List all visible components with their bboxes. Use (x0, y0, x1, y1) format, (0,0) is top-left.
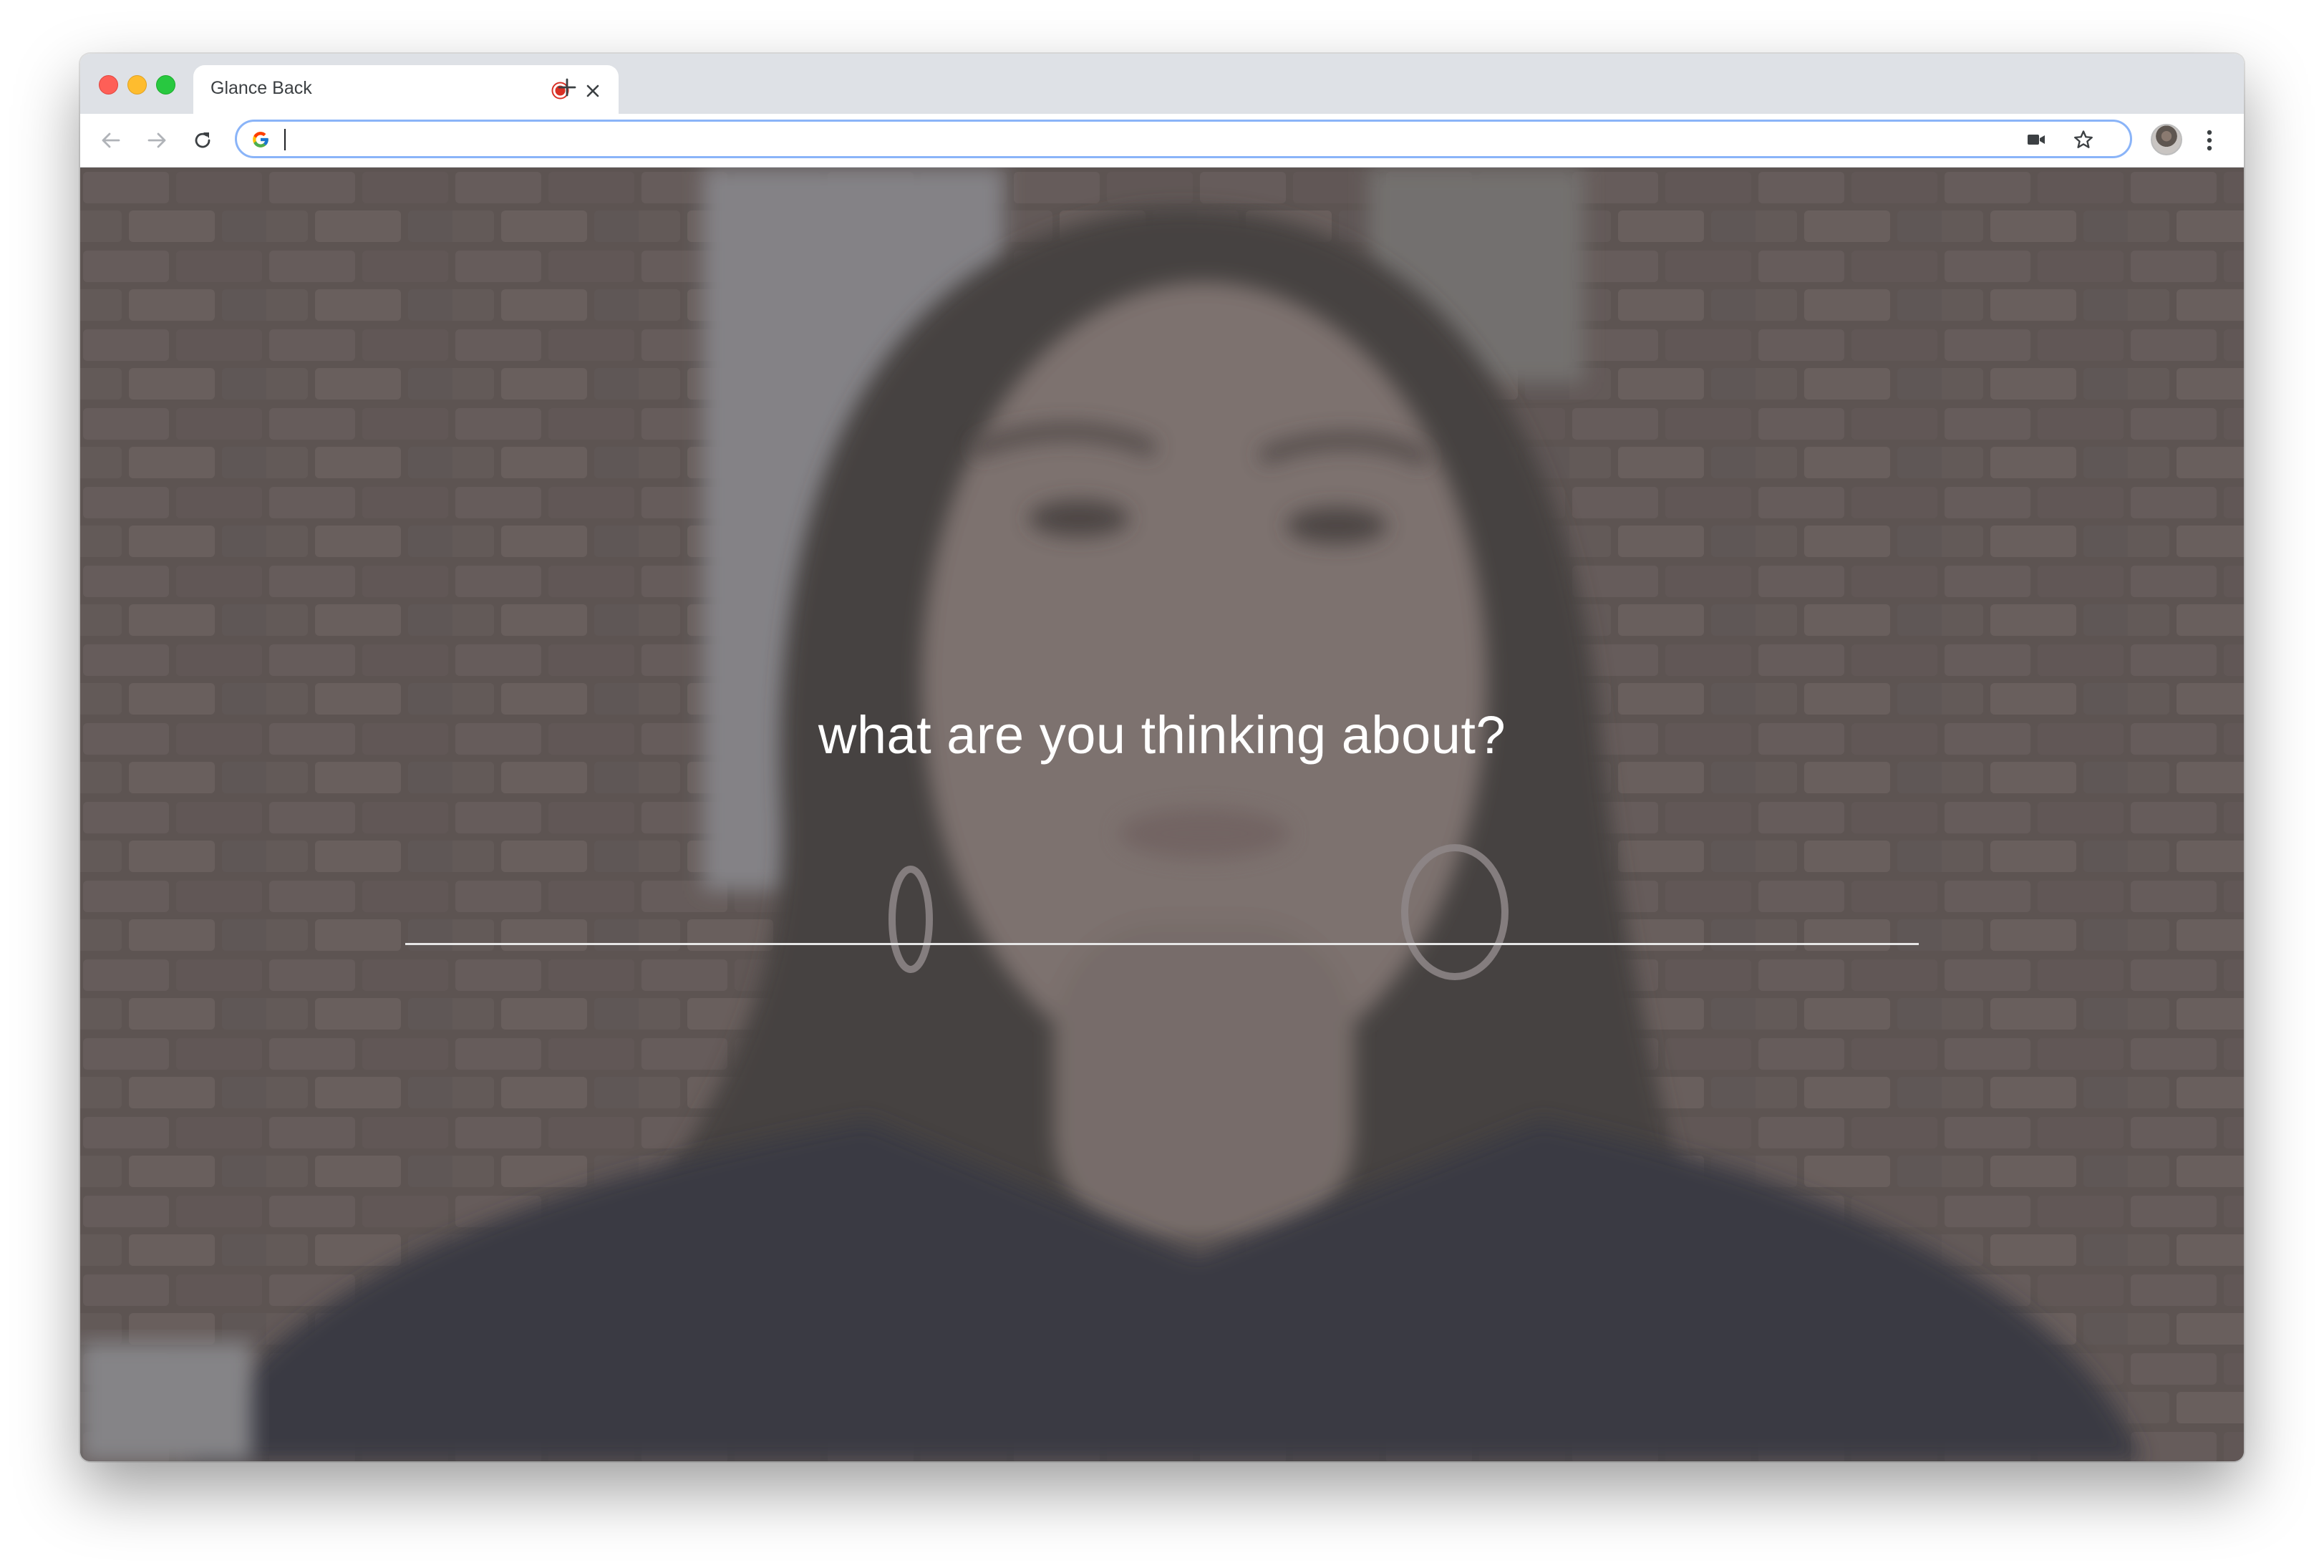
new-tab-button[interactable] (550, 70, 584, 105)
tab-strip: Glance Back (80, 54, 2244, 114)
kebab-menu-icon (2207, 130, 2212, 151)
browser-window: Glance Back what are you thinking about? (80, 54, 2244, 1461)
browser-menu-button[interactable] (2195, 124, 2224, 157)
answer-field-wrapper (405, 884, 1919, 948)
answer-input[interactable] (405, 884, 1919, 945)
reload-button[interactable] (186, 124, 219, 157)
camera-icon[interactable] (2024, 129, 2048, 150)
address-bar[interactable] (235, 120, 2132, 158)
profile-avatar[interactable] (2151, 124, 2182, 155)
text-caret (284, 129, 286, 150)
arrow-right-icon (147, 132, 166, 148)
tab-title: Glance Back (210, 78, 312, 98)
plus-icon (558, 78, 576, 97)
arrow-left-icon (102, 132, 120, 148)
browser-toolbar (80, 114, 2244, 168)
url-input[interactable] (280, 126, 2001, 153)
close-icon (586, 84, 599, 97)
prompt-question: what are you thinking about? (818, 705, 1506, 765)
dim-overlay (80, 168, 2244, 1461)
back-button[interactable] (95, 124, 127, 157)
zoom-window-button[interactable] (156, 75, 175, 95)
forward-button[interactable] (140, 124, 173, 157)
bookmark-star-icon[interactable] (2070, 126, 2097, 153)
google-g-icon (251, 130, 270, 149)
minimize-window-button[interactable] (127, 75, 147, 95)
reload-icon (195, 132, 210, 148)
webcam-view: what are you thinking about? (80, 168, 2244, 1461)
close-window-button[interactable] (99, 75, 118, 95)
